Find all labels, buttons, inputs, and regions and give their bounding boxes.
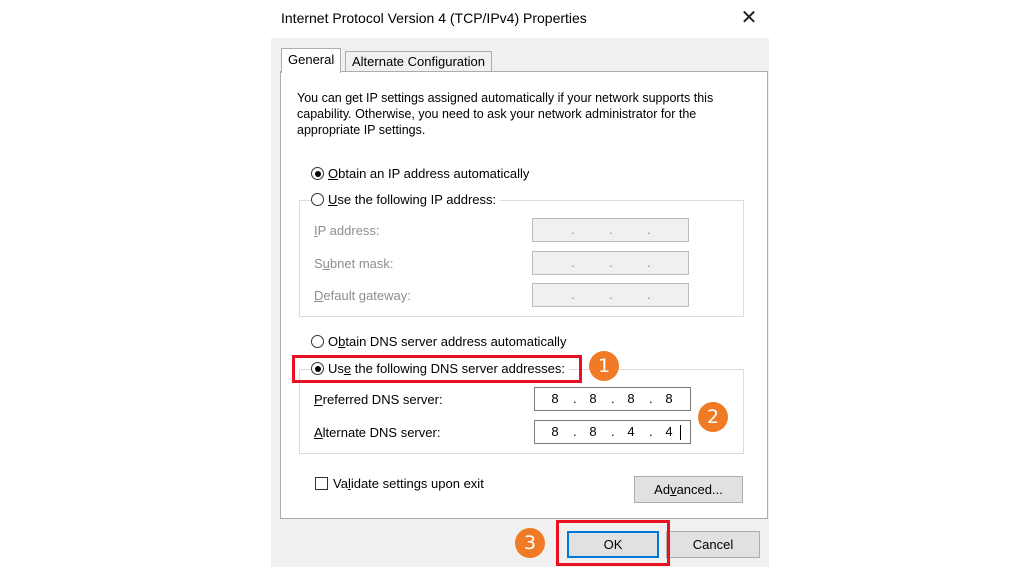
title-bar: Internet Protocol Version 4 (TCP/IPv4) P… — [271, 0, 769, 38]
cancel-button[interactable]: Cancel — [666, 531, 760, 558]
radio-label: Use the following IP address: — [328, 192, 497, 207]
radio-obtain-dns-automatically[interactable]: Obtain DNS server address automatically — [311, 334, 566, 349]
tcpip-properties-dialog: Internet Protocol Version 4 (TCP/IPv4) P… — [271, 0, 769, 567]
checkbox-box[interactable] — [315, 477, 328, 490]
radio-button[interactable] — [311, 193, 324, 206]
checkbox-label: Validate settings upon exit — [333, 476, 484, 491]
alternate-dns-label: Alternate DNS server: — [314, 425, 441, 440]
radio-obtain-ip-automatically[interactable]: Obtain an IP address automatically — [311, 166, 529, 181]
radio-label: Obtain an IP address automatically — [328, 166, 530, 181]
preferred-dns-field[interactable]: 8 . 8 . 8 . 8 — [534, 387, 691, 411]
ip-address-field: . . . — [532, 218, 689, 242]
radio-label: Use the following DNS server addresses: — [328, 361, 565, 376]
radio-button-selected[interactable] — [311, 362, 324, 375]
description-text: You can get IP settings assigned automat… — [297, 91, 714, 137]
subnet-mask-field: . . . — [532, 251, 689, 275]
tab-alternate-configuration[interactable]: Alternate Configuration — [345, 51, 492, 72]
close-icon[interactable]: ✕ — [737, 6, 761, 30]
radio-label: Obtain DNS server address automatically — [328, 334, 567, 349]
radio-button[interactable] — [311, 335, 324, 348]
dns-groupbox: Preferred DNS server: 8 . 8 . 8 . 8 Alte… — [299, 369, 744, 454]
tab-general[interactable]: General — [281, 48, 342, 73]
preferred-dns-label: Preferred DNS server: — [314, 392, 443, 407]
step-badge-3: 3 — [515, 528, 545, 558]
subnet-mask-label: Subnet mask: — [314, 256, 394, 271]
ip-address-label: IP address: — [314, 223, 380, 238]
general-tab-panel: You can get IP settings assigned automat… — [280, 71, 768, 519]
dialog-title: Internet Protocol Version 4 (TCP/IPv4) P… — [281, 10, 587, 26]
default-gateway-label: Default gateway: — [314, 288, 411, 303]
radio-use-following-dns[interactable]: Use the following DNS server addresses: — [311, 361, 569, 376]
radio-button-selected[interactable] — [311, 167, 324, 180]
ok-button[interactable]: OK — [567, 531, 659, 558]
step-badge-2: 2 — [698, 402, 728, 432]
text-cursor — [680, 425, 681, 440]
ip-address-groupbox: IP address: . . . Subnet mask: . . . Def… — [299, 200, 744, 317]
alternate-dns-field[interactable]: 8 . 8 . 4 . 4 — [534, 420, 691, 444]
step-badge-1: 1 — [589, 351, 619, 381]
advanced-button[interactable]: Advanced... — [634, 476, 743, 503]
validate-settings-checkbox[interactable]: Validate settings upon exit — [315, 476, 484, 491]
default-gateway-field: . . . — [532, 283, 689, 307]
radio-use-following-ip[interactable]: Use the following IP address: — [311, 192, 501, 207]
